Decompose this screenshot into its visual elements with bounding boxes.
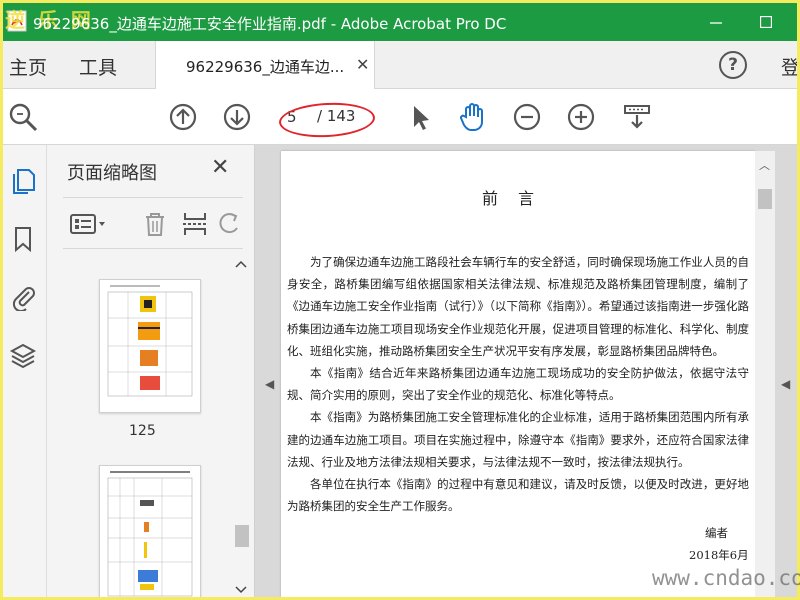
hand-tool-icon[interactable] bbox=[457, 101, 489, 133]
toolbar: / 143 bbox=[3, 89, 797, 145]
delete-page-icon[interactable] bbox=[141, 210, 169, 238]
collapse-left-panel-icon[interactable]: ◀ bbox=[265, 377, 274, 391]
thumbnail-page-number: 125 bbox=[129, 423, 156, 439]
document-tab-label: 96229636_边通车边... bbox=[186, 58, 345, 76]
panel-toolbar bbox=[63, 197, 243, 249]
scrollbar-thumb[interactable] bbox=[235, 525, 249, 547]
thumbnail-image bbox=[107, 471, 193, 597]
paragraph: 各单位在执行本《指南》的过程中有意见和建议，请及时反馈，以便及时改进，更好地为路… bbox=[287, 477, 749, 514]
close-panel-icon[interactable]: ✕ bbox=[211, 155, 229, 180]
minimize-icon bbox=[710, 22, 722, 24]
navigation-rail bbox=[3, 145, 47, 597]
zoom-out-icon[interactable] bbox=[511, 101, 543, 133]
document-scrollbar[interactable]: ︿ bbox=[755, 151, 775, 597]
options-menu-icon[interactable] bbox=[69, 210, 109, 238]
maximize-button[interactable] bbox=[743, 3, 789, 41]
panel-title: 页面缩略图 bbox=[67, 163, 157, 184]
page-thumbnail[interactable] bbox=[99, 465, 201, 597]
page-date: 2018年6月 bbox=[689, 548, 749, 562]
help-button[interactable]: ? bbox=[719, 51, 747, 79]
scrollbar-thumb[interactable] bbox=[758, 189, 772, 209]
chevron-up-icon[interactable]: ︿ bbox=[759, 157, 770, 173]
menu-tools[interactable]: 工具 bbox=[79, 53, 117, 80]
page-heading: 前言 bbox=[481, 189, 554, 208]
maximize-icon bbox=[760, 16, 772, 28]
zoom-in-icon[interactable] bbox=[565, 101, 597, 133]
document-tab[interactable]: 96229636_边通车边... ✕ bbox=[155, 41, 375, 89]
rotate-page-icon[interactable] bbox=[215, 210, 243, 238]
expand-right-panel-icon[interactable]: ◀ bbox=[781, 377, 790, 391]
page-body: 为了确保边通车边施工路段社会车辆行车的安全舒适，同时确保现场施工作业人员的自身安… bbox=[287, 251, 749, 517]
paragraph: 本《指南》结合近年来路桥集团边通车边施工现场成功的安全防护做法，依据守法守规、简… bbox=[287, 366, 749, 403]
attachments-icon[interactable] bbox=[9, 283, 37, 311]
page-signature: 编者 bbox=[705, 526, 728, 540]
bookmarks-icon[interactable] bbox=[9, 225, 37, 253]
paragraph: 为了确保边通车边施工路段社会车辆行车的安全舒适，同时确保现场施工作业人员的自身安… bbox=[287, 255, 749, 358]
pdf-page: 前言 为了确保边通车边施工路段社会车辆行车的安全舒适，同时确保现场施工作业人员的… bbox=[281, 151, 755, 597]
thumbnails-panel: 页面缩略图 ✕ 125 bbox=[47, 145, 255, 597]
minimize-button[interactable] bbox=[693, 3, 739, 41]
page-thumbnail[interactable] bbox=[99, 279, 201, 413]
paragraph: 本《指南》为路桥集团施工安全管理标准化的企业标准，适用于路桥集团范围内所有承建的… bbox=[287, 410, 749, 469]
select-tool-icon[interactable] bbox=[403, 101, 435, 133]
chevron-up-icon[interactable] bbox=[231, 257, 251, 273]
search-icon[interactable] bbox=[7, 101, 39, 133]
insert-page-icon[interactable] bbox=[181, 210, 209, 238]
layers-icon[interactable] bbox=[9, 341, 37, 369]
chevron-down-icon[interactable] bbox=[231, 581, 251, 597]
thumbnails-scrollbar[interactable] bbox=[231, 257, 251, 597]
page-display-icon[interactable] bbox=[621, 101, 653, 133]
watermark-bottom-right: www.cndao.com bbox=[652, 566, 800, 590]
document-view: ◀ 前言 为了确保边通车边施工路段社会车辆行车的安全舒适，同时确保现场施工作业人… bbox=[255, 145, 797, 597]
close-tab-icon[interactable]: ✕ bbox=[356, 55, 369, 74]
menu-bar: 主页 工具 96229636_边通车边... ✕ ? 登 bbox=[3, 41, 797, 89]
next-page-icon[interactable] bbox=[221, 101, 253, 133]
app-window: 逆 乐 网 96229636_边通车边施工安全作业指南.pdf - Adobe … bbox=[3, 3, 797, 597]
window-title: 96229636_边通车边施工安全作业指南.pdf - Adobe Acroba… bbox=[33, 15, 507, 33]
sign-in-button[interactable]: 登 bbox=[781, 53, 797, 80]
previous-page-icon[interactable] bbox=[167, 101, 199, 133]
thumbnail-image bbox=[107, 285, 193, 397]
menu-home[interactable]: 主页 bbox=[9, 53, 47, 80]
title-bar: 逆 乐 网 96229636_边通车边施工安全作业指南.pdf - Adobe … bbox=[3, 3, 797, 41]
page-thumbnails-icon[interactable] bbox=[9, 167, 37, 195]
